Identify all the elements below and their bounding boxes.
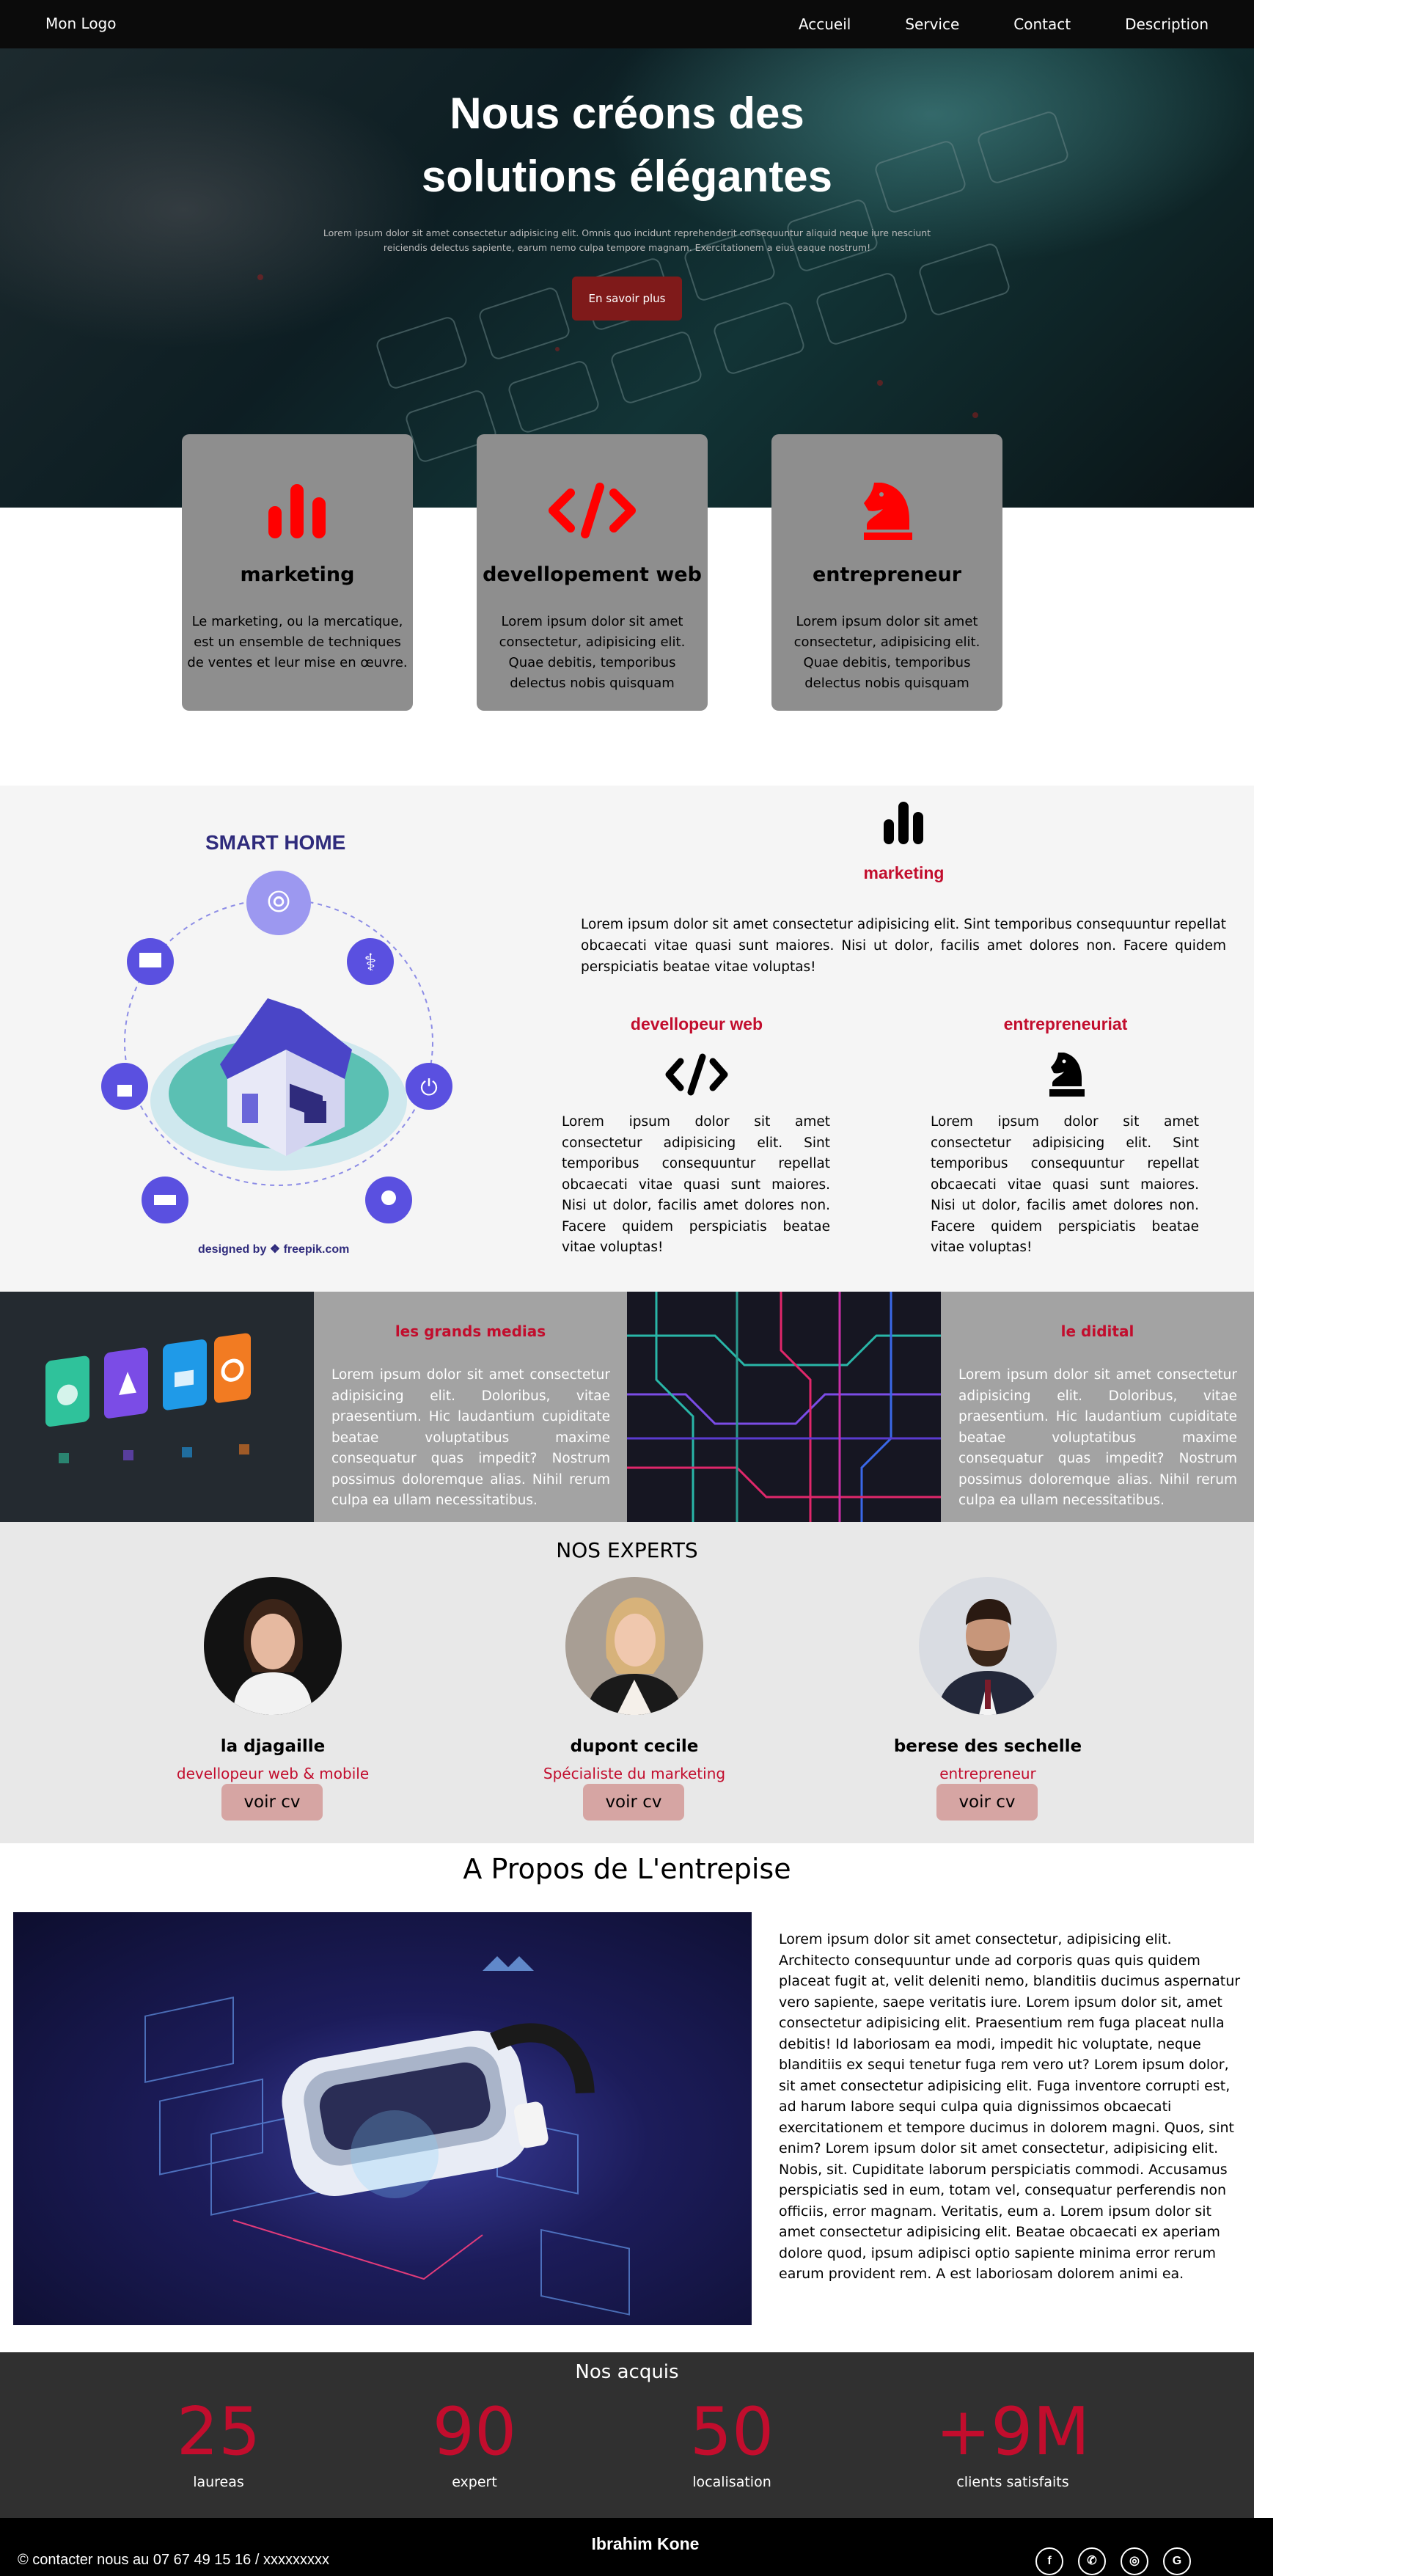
experts-title: NOS EXPERTS <box>556 1538 698 1562</box>
service-card-title: devellopement web <box>483 563 702 586</box>
expert-name: berese des sechelle <box>893 1737 1082 1756</box>
expert-role: entrepreneur <box>939 1765 1036 1782</box>
service-card-title: entrepreneur <box>812 563 962 586</box>
app-icons-illustration <box>45 1333 251 1463</box>
service-card-title: marketing <box>240 563 355 586</box>
smart-home-title: SMART HOME <box>205 831 346 854</box>
stat-item: 50 localisation <box>604 2392 860 2490</box>
expert-role: devellopeur web & mobile <box>176 1765 370 1782</box>
expert-name: dupont cecile <box>570 1737 699 1756</box>
social-links: f ✆ ◎ G <box>1035 2547 1191 2575</box>
circuit-illustration <box>627 1292 941 1522</box>
hero-subtitle: Lorem ipsum dolor sit amet consectetur a… <box>301 226 953 255</box>
freepik-credit[interactable]: designed by ❖ freepik.com <box>198 1242 349 1256</box>
media-card-title: le didital <box>1060 1322 1134 1340</box>
stat-label: clients satisfaits <box>956 2474 1069 2490</box>
stat-label: localisation <box>692 2474 771 2490</box>
avatar <box>204 1577 342 1715</box>
logo[interactable]: Mon Logo <box>45 15 116 32</box>
nav-link-description[interactable]: Description <box>1125 15 1209 33</box>
navbar: Mon Logo Accueil Service Contact Descrip… <box>0 0 1254 48</box>
hero-title: Nous créons des solutions élégantes <box>0 82 1254 208</box>
svg-text:⚕: ⚕ <box>364 948 376 976</box>
nav-link-contact[interactable]: Contact <box>1013 15 1071 33</box>
instagram-icon[interactable]: ◎ <box>1121 2547 1148 2575</box>
code-icon <box>665 1053 728 1096</box>
hero-title-line2: solutions élégantes <box>421 152 833 201</box>
footer-contact: © contacter nous au 07 67 49 15 16 / xxx… <box>18 2552 329 2568</box>
view-cv-button[interactable]: voir cv <box>221 1784 323 1821</box>
service-card-text: Lorem ipsum dolor sit amet consectetur, … <box>793 614 980 691</box>
experts-section: NOS EXPERTS la djagaille devellopeur web… <box>0 1522 1254 1843</box>
learn-more-button[interactable]: En savoir plus <box>572 277 682 321</box>
bar-chart-icon <box>268 484 326 538</box>
stat-number: 90 <box>432 2393 517 2470</box>
stat-label: expert <box>452 2474 497 2490</box>
footer: Ibrahim Kone © contacter nous au 07 67 4… <box>0 2518 1273 2576</box>
hero-title-line1: Nous créons des <box>450 89 804 138</box>
feature-title-dev: devellopeur web <box>630 1014 763 1033</box>
whatsapp-icon[interactable]: ✆ <box>1078 2547 1106 2575</box>
stat-item: 25 laureas <box>90 2392 347 2490</box>
service-card-web-dev: devellopement web Lorem ipsum dolor sit … <box>477 434 708 711</box>
chess-knight-icon <box>864 483 912 540</box>
avatar <box>919 1577 1057 1715</box>
svg-text:⦾: ⦾ <box>267 885 290 919</box>
view-cv-button[interactable]: voir cv <box>583 1784 684 1821</box>
nav-link-accueil[interactable]: Accueil <box>799 15 851 33</box>
stat-number: +9M <box>935 2393 1090 2470</box>
expert-role: Spécialiste du marketing <box>543 1765 726 1782</box>
facebook-icon[interactable]: f <box>1035 2547 1063 2575</box>
stats-section: Nos acquis 25 laureas 90 expert 50 local… <box>0 2352 1254 2518</box>
feature-text-dev: Lorem ipsum dolor sit amet consectetur a… <box>562 1114 830 1255</box>
media-card: le didital Lorem ipsum dolor sit amet co… <box>941 1292 1254 1522</box>
code-icon <box>549 483 636 538</box>
service-card-marketing: marketing Le marketing, ou la mercatique… <box>182 434 413 711</box>
stat-item: +9M clients satisfaits <box>884 2392 1141 2490</box>
about-title: A Propos de L'entrepise <box>463 1853 791 1885</box>
chess-knight-icon <box>1049 1053 1085 1097</box>
stat-number: 50 <box>689 2393 774 2470</box>
stat-label: laureas <box>193 2474 244 2490</box>
feature-text-marketing: Lorem ipsum dolor sit amet consectetur a… <box>581 917 1226 975</box>
media-section: les grands medias Lorem ipsum dolor sit … <box>0 1292 1254 1522</box>
nav-link-service[interactable]: Service <box>905 15 959 33</box>
service-card-text: Lorem ipsum dolor sit amet consectetur, … <box>499 614 686 691</box>
feature-title-marketing: marketing <box>863 863 945 882</box>
vr-illustration <box>144 1956 630 2316</box>
view-cv-button[interactable]: voir cv <box>936 1784 1038 1821</box>
feature-text-entrepreneuriat: Lorem ipsum dolor sit amet consectetur a… <box>931 1114 1199 1255</box>
google-icon[interactable]: G <box>1163 2547 1191 2575</box>
hero-subtitle-line1: Lorem ipsum dolor sit amet consectetur a… <box>323 227 931 238</box>
stat-item: 90 expert <box>346 2392 603 2490</box>
svg-text:⏻: ⏻ <box>420 1075 438 1101</box>
bar-chart-icon <box>884 802 923 844</box>
social-apps-image <box>0 1292 314 1522</box>
about-text: Lorem ipsum dolor sit amet consectetur, … <box>779 1931 1241 2282</box>
service-card-text: Le marketing, ou la mercatique, est un e… <box>187 614 408 670</box>
expert-name: la djagaille <box>220 1737 326 1756</box>
service-card-entrepreneur: entrepreneur Lorem ipsum dolor sit amet … <box>771 434 1002 711</box>
nav-links: Accueil Service Contact Description <box>744 15 1209 33</box>
hero-subtitle-line2: reiciendis delectus sapiente, earum nemo… <box>383 242 871 253</box>
features-section: SMART HOME ⦾ ⚕ ⏻ designed by ❖ freepik.c… <box>0 786 1254 1292</box>
media-card: les grands medias Lorem ipsum dolor sit … <box>314 1292 627 1522</box>
media-card-title: les grands medias <box>395 1322 546 1340</box>
circuit-image <box>627 1292 941 1522</box>
avatar <box>565 1577 703 1715</box>
media-card-text: Lorem ipsum dolor sit amet consectetur a… <box>958 1367 1237 1508</box>
media-card-text: Lorem ipsum dolor sit amet consectetur a… <box>331 1367 610 1508</box>
feature-title-entrepreneuriat: entrepreneuriat <box>1003 1014 1128 1033</box>
vr-headset-image <box>13 1912 752 2325</box>
stat-number: 25 <box>176 2393 261 2470</box>
smart-home-illustration: ⦾ ⚕ ⏻ <box>101 871 452 1223</box>
stats-title: Nos acquis <box>575 2361 679 2383</box>
